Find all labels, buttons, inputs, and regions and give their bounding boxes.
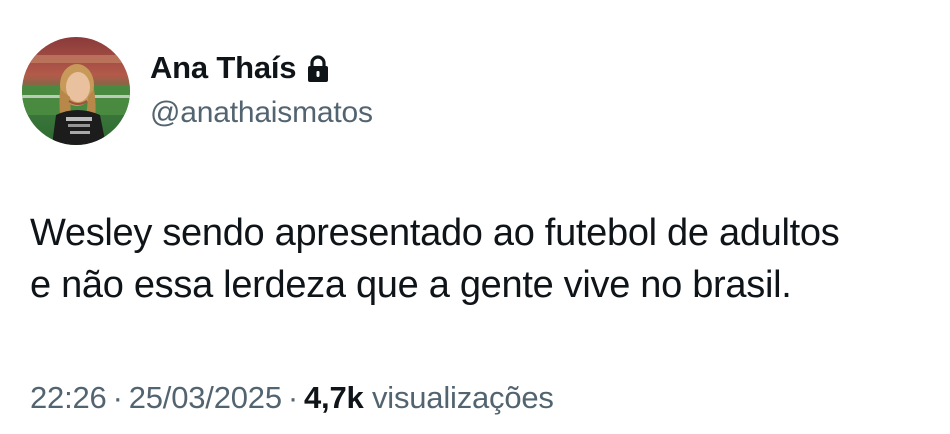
avatar-image	[22, 37, 130, 145]
display-name[interactable]: Ana Thaís	[150, 50, 297, 86]
avatar[interactable]	[22, 37, 130, 145]
meta-separator: ·	[287, 380, 298, 415]
tweet-header: Ana Thaís @anathaismatos	[150, 48, 373, 130]
username-handle[interactable]: @anathaismatos	[150, 96, 373, 130]
tweet-time[interactable]: 22:26	[30, 380, 107, 415]
tweet-card: Ana Thaís @anathaismatos Wesley sendo ap…	[0, 0, 950, 434]
tweet-text-line: e não essa lerdeza que a gente vive no b…	[30, 264, 792, 306]
lock-icon	[306, 55, 330, 83]
views-count: 4,7k	[303, 380, 364, 415]
tweet-date[interactable]: 25/03/2025	[129, 380, 282, 415]
name-row: Ana Thaís	[150, 48, 373, 88]
views-label: visualizações	[371, 380, 554, 415]
meta-separator: ·	[112, 380, 123, 415]
tweet-text-line: Wesley sendo apresentado ao futebol de a…	[30, 212, 840, 254]
tweet-text: Wesley sendo apresentado ao futebol de a…	[30, 207, 940, 311]
tweet-meta: 22:26 · 25/03/2025 · 4,7k visualizações	[30, 380, 554, 416]
